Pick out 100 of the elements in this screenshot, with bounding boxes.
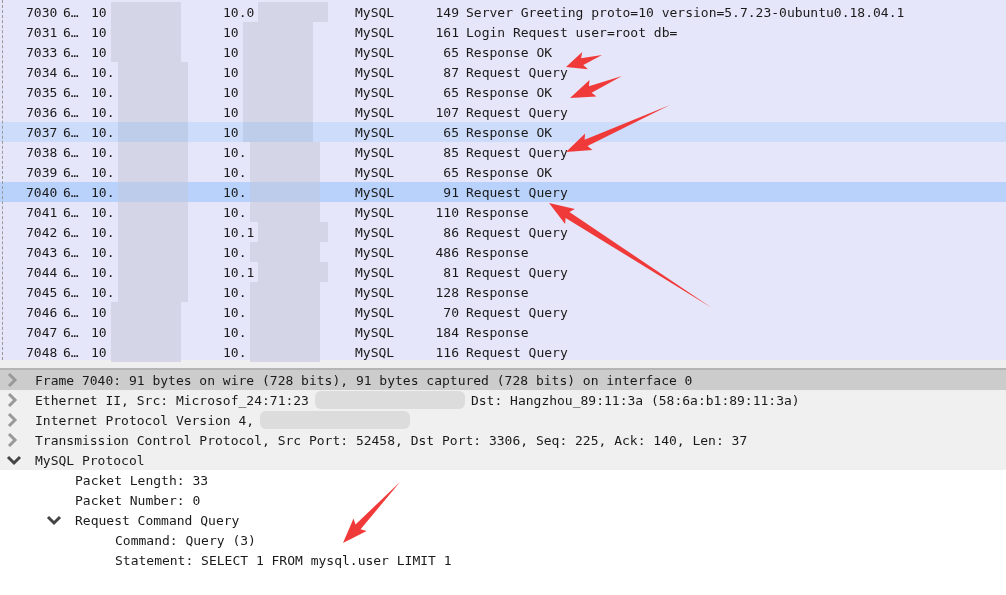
packet-protocol: MySQL <box>355 304 396 320</box>
redacted-block <box>250 142 321 162</box>
destination-address: 10. <box>223 144 247 160</box>
packet-time: 6… <box>63 24 80 40</box>
chevron-right-icon[interactable] <box>6 372 18 388</box>
detail-row[interactable]: Internet Protocol Version 4, <box>0 410 1006 430</box>
packet-protocol: MySQL <box>355 324 396 340</box>
redacted-block <box>118 162 189 182</box>
destination-address: 10 <box>223 44 239 60</box>
packet-number: 7033 <box>26 44 59 60</box>
detail-text: Dst: Hangzhou_89:11:3a (58:6a:b1:89:11:3a) <box>470 392 800 408</box>
packet-row[interactable]: 7046 6… 10 10. MySQL 70 Request Query <box>0 302 1006 322</box>
detail-text: Request Command Query <box>75 512 240 528</box>
packet-time: 6… <box>63 204 80 220</box>
packet-length: 149 <box>434 4 459 20</box>
destination-address: 10. <box>223 324 247 340</box>
packet-info: Request Query <box>466 64 568 80</box>
packet-length: 107 <box>434 104 459 120</box>
packet-time: 6… <box>63 144 80 160</box>
detail-row[interactable]: Command: Query (3) <box>0 530 1006 550</box>
packet-row[interactable]: 7037 6… 10. 10 MySQL 65 Response OK <box>0 122 1006 142</box>
packet-time: 6… <box>63 244 80 260</box>
packet-time: 6… <box>63 284 80 300</box>
packet-info: Server Greeting proto=10 version=5.7.23-0ubuntu0.18.04.1 <box>466 4 905 20</box>
detail-row[interactable]: Request Command Query <box>0 510 1006 530</box>
packet-number: 7041 <box>26 204 59 220</box>
packet-time: 6… <box>63 164 80 180</box>
detail-text: MySQL Protocol <box>35 452 145 468</box>
annotation-arrow <box>343 482 400 543</box>
source-address: 10. <box>91 104 115 120</box>
destination-address: 10. <box>223 344 247 360</box>
packet-row[interactable]: 7035 6… 10. 10 MySQL 65 Response OK <box>0 82 1006 102</box>
packet-length: 87 <box>442 64 459 80</box>
detail-row[interactable]: MySQL Protocol <box>0 450 1006 470</box>
packet-row[interactable]: 7030 6… 10 10.0 MySQL 149 Server Greeting proto=10 version=5.7.23-0ubuntu0.18.04.1 <box>0 2 1006 22</box>
detail-text: Statement: SELECT 1 FROM mysql.user LIMIT 1 <box>115 552 452 568</box>
chevron-right-icon[interactable] <box>6 392 18 408</box>
packet-time: 6… <box>63 4 80 20</box>
detail-row[interactable]: Packet Number: 0 <box>0 490 1006 510</box>
detail-row[interactable]: Transmission Control Protocol, Src Port: 52458, Dst Port: 3306, Seq: 225, Ack: 140, Len: 37 <box>0 430 1006 450</box>
packet-number: 7043 <box>26 244 59 260</box>
annotation-arrow <box>566 52 602 70</box>
packet-row[interactable]: 7038 6… 10. 10. MySQL 85 Request Query <box>0 142 1006 162</box>
packet-length: 184 <box>434 324 459 340</box>
detail-row[interactable]: Statement: SELECT 1 FROM mysql.user LIMIT 1 <box>0 550 1006 570</box>
source-address: 10. <box>91 284 115 300</box>
packet-length: 161 <box>434 24 459 40</box>
packet-row[interactable]: 7031 6… 10 10 MySQL 161 Login Request user=root db= <box>0 22 1006 42</box>
packet-number: 7047 <box>26 324 59 340</box>
packet-row[interactable]: 7041 6… 10. 10. MySQL 110 Response <box>0 202 1006 222</box>
detail-row[interactable]: Ethernet II, Src: Microsof_24:71:23 Dst: Hangzhou_89:11:3a (58:6a:b1:89:11:3a) <box>0 390 1006 410</box>
destination-address: 10. <box>223 184 247 200</box>
packet-time: 6… <box>63 224 80 240</box>
source-address: 10. <box>91 244 115 260</box>
source-address: 10. <box>91 144 115 160</box>
packet-info: Response <box>466 324 529 340</box>
source-address: 10 <box>91 44 107 60</box>
packet-time: 6… <box>63 344 80 360</box>
packet-number: 7030 <box>26 4 59 20</box>
packet-length: 86 <box>442 224 459 240</box>
detail-text: Ethernet II, Src: Microsof_24:71:23 <box>35 392 309 408</box>
packet-number: 7042 <box>26 224 59 240</box>
packet-row[interactable]: 7043 6… 10. 10. MySQL 486 Response <box>0 242 1006 262</box>
destination-address: 10. <box>223 164 247 180</box>
source-address: 10 <box>91 304 107 320</box>
packet-protocol: MySQL <box>355 164 396 180</box>
packet-time: 6… <box>63 84 80 100</box>
chevron-right-icon[interactable] <box>6 412 18 428</box>
packet-protocol: MySQL <box>355 204 396 220</box>
packet-protocol: MySQL <box>355 144 396 160</box>
packet-length: 85 <box>442 144 459 160</box>
packet-row[interactable]: 7036 6… 10. 10 MySQL 107 Request Query <box>0 102 1006 122</box>
chevron-right-icon[interactable] <box>6 432 18 448</box>
packet-row[interactable]: 7042 6… 10. 10.1 MySQL 86 Request Query <box>0 222 1006 242</box>
packet-row[interactable]: 7044 6… 10. 10.1 MySQL 81 Request Query <box>0 262 1006 282</box>
pane-splitter[interactable] <box>0 360 1006 370</box>
source-address: 10. <box>91 204 115 220</box>
packet-number: 7039 <box>26 164 59 180</box>
destination-address: 10 <box>223 104 239 120</box>
packet-row[interactable]: 7045 6… 10. 10. MySQL 128 Response <box>0 282 1006 302</box>
redacted-block <box>110 342 181 362</box>
destination-address: 10. <box>223 244 247 260</box>
packet-row[interactable]: 7047 6… 10 10. MySQL 184 Response <box>0 322 1006 342</box>
chevron-down-icon[interactable] <box>6 454 22 466</box>
detail-row[interactable]: Frame 7040: 91 bytes on wire (728 bits), 91 bytes captured (728 bits) on interface 0 <box>0 370 1006 390</box>
packet-length: 91 <box>442 184 459 200</box>
detail-text: Transmission Control Protocol, Src Port: 52458, Dst Port: 3306, Seq: 225, Ack: 140, Len: 37 <box>35 432 748 448</box>
packet-row[interactable]: 7034 6… 10. 10 MySQL 87 Request Query <box>0 62 1006 82</box>
packet-row[interactable]: 7048 6… 10 10. MySQL 116 Request Query <box>0 342 1006 362</box>
packet-row[interactable]: 7033 6… 10 10 MySQL 65 Response OK <box>0 42 1006 62</box>
detail-row[interactable]: Packet Length: 33 <box>0 470 1006 490</box>
destination-address: 10.0 <box>223 4 255 20</box>
detail-text: Internet Protocol Version 4, <box>35 412 255 428</box>
packet-row[interactable]: 7039 6… 10. 10. MySQL 65 Response OK <box>0 162 1006 182</box>
chevron-down-icon[interactable] <box>46 514 62 526</box>
packet-number: 7038 <box>26 144 59 160</box>
packet-info: Request Query <box>466 104 568 120</box>
packet-row[interactable]: 7040 6… 10. 10. MySQL 91 Request Query <box>0 182 1006 202</box>
packet-info: Response OK <box>466 84 553 100</box>
packet-protocol: MySQL <box>355 44 396 60</box>
